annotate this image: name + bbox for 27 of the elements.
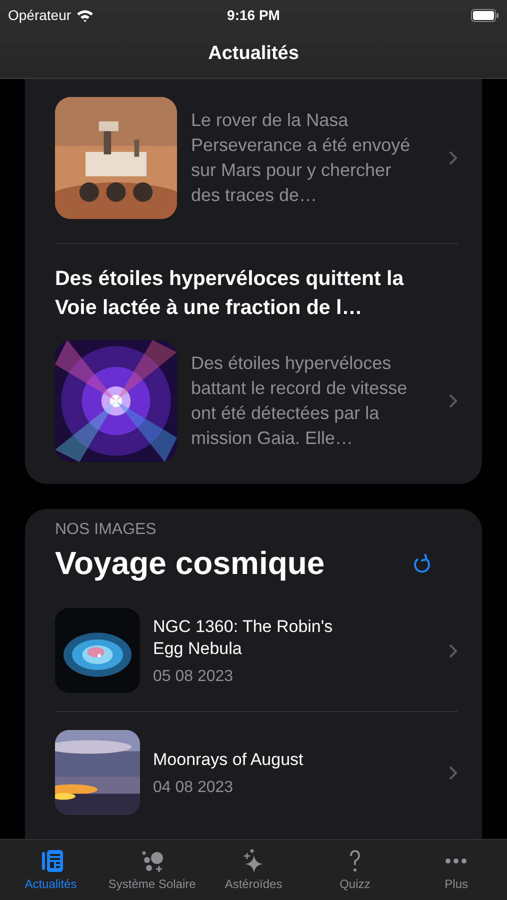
tab[interactable]: Astéroïdes [202, 840, 304, 900]
question-mark-icon [348, 849, 361, 873]
image-date: 04 08 2023 [153, 778, 234, 796]
screen-title: Actualités [208, 43, 299, 65]
refresh-icon[interactable] [412, 552, 432, 574]
status-time: 9:16 PM [227, 7, 280, 23]
chevron-icon [448, 150, 458, 166]
image-title[interactable]: Moonrays of August [153, 748, 363, 770]
wifi-icon [76, 8, 94, 22]
tab[interactable]: Plus [406, 840, 507, 900]
image-title[interactable]: NGC 1360: The Robin's Egg Nebula [153, 616, 363, 660]
news-summary[interactable]: Le rover de la Nasa Perseverance a été envoyé sur Mars pour y chercher des traces de… [191, 108, 413, 208]
section-overline: NOS IMAGES [55, 521, 158, 539]
planets-icon [140, 849, 164, 873]
chevron-icon [448, 393, 458, 409]
tab[interactable]: Système Solaire [101, 840, 203, 900]
news-summary[interactable]: Des étoiles hypervéloces battant le record de vitesse ont été détectées par la mission Gaia. Elle… [191, 351, 413, 451]
battery-icon [471, 8, 499, 22]
chevron-icon [448, 764, 458, 780]
more-icon [445, 858, 468, 864]
carrier-name: Opérateur [8, 7, 72, 23]
tab[interactable]: Actualités [0, 840, 102, 900]
chevron-icon [448, 642, 458, 658]
image-date: 05 08 2023 [153, 668, 234, 686]
section-title: Voyage cosmique [55, 545, 325, 582]
news-headline[interactable]: Des étoiles hypervéloces quittent la Voie lactée à une fraction de l… [55, 264, 415, 322]
tab[interactable]: Quizz [304, 840, 406, 900]
